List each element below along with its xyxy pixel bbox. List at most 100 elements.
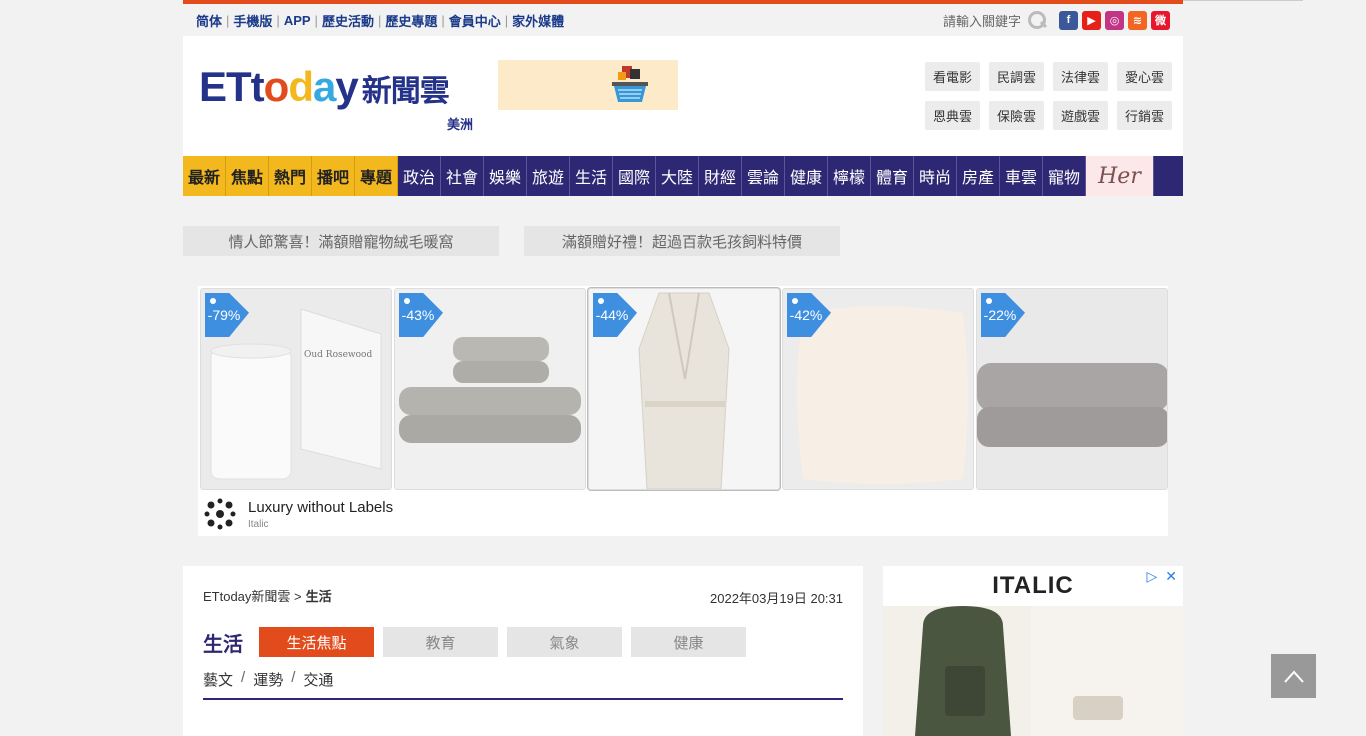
nav-travel[interactable]: 旅遊 [527, 156, 570, 196]
ad-product-candle[interactable]: -79% Oud Rosewood [200, 288, 392, 490]
nav-health[interactable]: 健康 [785, 156, 828, 196]
nav-lemon[interactable]: 檸檬 [828, 156, 871, 196]
nav-politics[interactable]: 政治 [398, 156, 441, 196]
tab-health[interactable]: 健康 [631, 627, 746, 657]
nav-society[interactable]: 社會 [441, 156, 484, 196]
side-ad[interactable]: ▷ ✕ ITALIC [883, 566, 1183, 736]
promo-link-pet-bed[interactable]: 情人節驚喜！滿額贈寵物絨毛暖窩 [183, 226, 499, 256]
ad-title: Luxury without Labels [248, 498, 394, 516]
link-app[interactable]: APP [284, 13, 311, 28]
link-simplified[interactable]: 简体 [196, 11, 222, 30]
ettoday-logo[interactable]: ETtoday 新聞雲 [199, 63, 450, 113]
logo-y: y [335, 63, 358, 110]
candle-label: Oud Rosewood [304, 350, 372, 360]
display-ad[interactable]: ▷ ✕ -79% Oud Rosewood -43% -44 [198, 286, 1168, 536]
nav-video[interactable]: 播吧 [312, 156, 355, 196]
cloud-game-button[interactable]: 遊戲雲 [1053, 101, 1108, 130]
nav-entertainment[interactable]: 娛樂 [484, 156, 527, 196]
cloud-grace-button[interactable]: 恩典雲 [925, 101, 980, 130]
cloud-insurance-button[interactable]: 保險雲 [989, 101, 1044, 130]
link-outdoor-media[interactable]: 家外媒體 [512, 11, 564, 30]
site-header: ETtoday 新聞雲 美洲 看電影 民調雲 法律雲 愛心雲 恩典雲 保險雲 遊戲… [183, 36, 1183, 156]
top-bar: 简体 | 手機版 | APP | 歷史活動 | 歷史專題 | 會員中心 | 家外媒體 請輸入… [183, 4, 1183, 36]
search-box[interactable]: 請輸入關鍵字 [943, 10, 1047, 30]
chevron-up-icon [1283, 670, 1304, 683]
nav-opinion[interactable]: 雲論 [742, 156, 785, 196]
divider: / [291, 669, 296, 686]
subcat-traffic[interactable]: 交通 [303, 669, 333, 690]
nav-life[interactable]: 生活 [570, 156, 613, 196]
nav-finance[interactable]: 財經 [699, 156, 742, 196]
divider: | [504, 12, 509, 28]
nav-pets[interactable]: 寵物 [1043, 156, 1086, 196]
facebook-icon[interactable]: f [1059, 10, 1078, 30]
italic-logo-icon [204, 498, 236, 530]
subcategory-links: 藝文 / 運勢 / 交通 [203, 669, 843, 700]
cloud-charity-button[interactable]: 愛心雲 [1117, 62, 1172, 91]
category-tabs: 生活 生活焦點 教育 氣象 健康 [203, 627, 843, 657]
nav-china[interactable]: 大陸 [656, 156, 699, 196]
divider: / [241, 669, 246, 686]
nav-sports[interactable]: 體育 [871, 156, 914, 196]
breadcrumb-current[interactable]: 生活 [306, 586, 332, 605]
divider: | [314, 12, 318, 28]
nav-her[interactable]: Her [1086, 156, 1154, 196]
rss-icon[interactable]: ≋ [1128, 10, 1147, 30]
tab-weather[interactable]: 氣象 [507, 627, 622, 657]
ad-products: -79% Oud Rosewood -43% -44% -42% -22% [200, 288, 1168, 490]
youtube-icon[interactable]: ▶ [1082, 10, 1101, 30]
social-links: f ▶ ◎ ≋ 微 [1059, 10, 1170, 30]
region-label[interactable]: 美洲 [447, 114, 473, 133]
banner-ad[interactable] [498, 60, 678, 110]
ad-footer[interactable]: Luxury without Labels Italic [202, 496, 393, 532]
back-to-top-button[interactable] [1271, 654, 1316, 698]
ad-product-blanket[interactable]: -22% [976, 288, 1168, 490]
logo-t: t [250, 63, 265, 110]
tab-education[interactable]: 教育 [383, 627, 498, 657]
promo-row: 情人節驚喜！滿額贈寵物絨毛暖窩 滿額贈好禮！超過百款毛孩飼料特價 [183, 226, 1183, 256]
search-icon[interactable] [1027, 10, 1047, 30]
subcat-fortune[interactable]: 運勢 [253, 669, 283, 690]
cloud-movie-button[interactable]: 看電影 [925, 62, 980, 91]
promo-link-pet-food[interactable]: 滿額贈好禮！超過百款毛孩飼料特價 [524, 226, 840, 256]
shopping-basket-icon [612, 66, 648, 102]
link-history-topics[interactable]: 歷史專題 [385, 11, 437, 30]
divider: | [377, 12, 382, 28]
ad-product-pillow[interactable]: -42% [782, 288, 974, 490]
nav-popular[interactable]: 熱門 [269, 156, 312, 196]
nav-fashion[interactable]: 時尚 [914, 156, 957, 196]
main-nav: 最新 焦點 熱門 播吧 專題 政治 社會 娛樂 旅遊 生活 國際 大陸 財經 雲… [183, 156, 1183, 196]
nav-car[interactable]: 車雲 [1000, 156, 1043, 196]
link-history-events[interactable]: 歷史活動 [322, 11, 374, 30]
logo-a: a [312, 63, 336, 110]
ad-product-towels[interactable]: -43% [394, 288, 586, 490]
side-ad-brand: ITALIC [992, 572, 1074, 599]
instagram-icon[interactable]: ◎ [1105, 10, 1124, 30]
nav-special[interactable]: 專題 [355, 156, 398, 196]
backpack-illustration [915, 606, 1183, 736]
logo-o: o [263, 63, 290, 110]
tab-life-focus[interactable]: 生活焦點 [259, 627, 374, 657]
cloud-poll-button[interactable]: 民調雲 [989, 62, 1044, 91]
subcat-arts[interactable]: 藝文 [203, 669, 233, 690]
link-member-center[interactable]: 會員中心 [449, 11, 501, 30]
nav-international[interactable]: 國際 [613, 156, 656, 196]
cloud-law-button[interactable]: 法律雲 [1053, 62, 1108, 91]
divider: | [276, 12, 280, 28]
publish-date: 2022年03月19日 20:31 [710, 591, 843, 606]
nav-property[interactable]: 房產 [957, 156, 1000, 196]
backpack-image [883, 606, 1183, 736]
top-right-line [1183, 0, 1303, 1]
category-title: 生活 [203, 633, 243, 656]
top-links: 简体 | 手機版 | APP | 歷史活動 | 歷史專題 | 會員中心 | 家外媒體 [196, 11, 564, 30]
nav-latest[interactable]: 最新 [183, 156, 226, 196]
breadcrumb-home[interactable]: ETtoday新聞雲 > [203, 586, 302, 605]
weibo-icon[interactable]: 微 [1151, 10, 1170, 30]
link-mobile[interactable]: 手機版 [233, 11, 272, 30]
cloud-marketing-button[interactable]: 行銷雲 [1117, 101, 1172, 130]
divider: | [441, 12, 445, 28]
ad-product-robe[interactable]: -44% [588, 288, 780, 490]
nav-focus[interactable]: 焦點 [226, 156, 269, 196]
logo-chinese: 新聞雲 [361, 75, 450, 108]
search-input[interactable]: 請輸入關鍵字 [943, 11, 1021, 30]
